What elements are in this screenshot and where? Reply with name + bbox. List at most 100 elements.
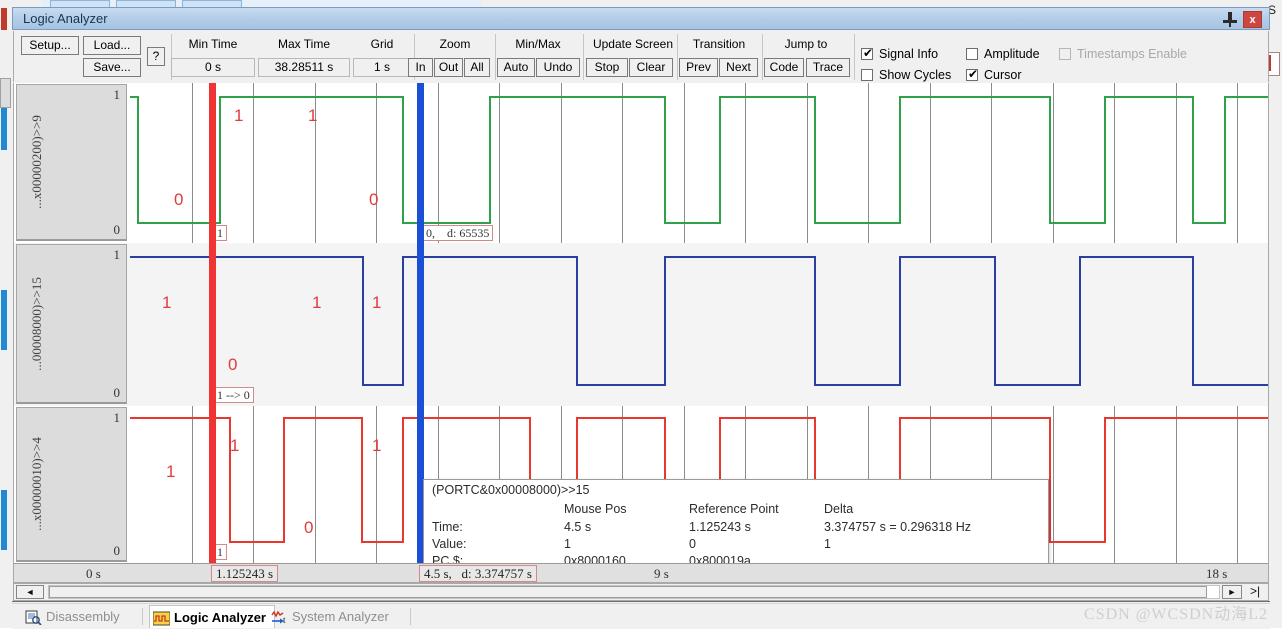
- close-icon[interactable]: x: [1243, 11, 1262, 28]
- label-timestamps-enable: Timestamps Enable: [1077, 47, 1187, 61]
- scroll-end-button[interactable]: >|: [1244, 585, 1266, 599]
- bottom-tab-bar: Disassembly Logic Analyzer t System Anal…: [12, 603, 1270, 629]
- transition-label: Transition: [692, 37, 746, 51]
- value-mark-1-0: 1: [162, 293, 172, 312]
- tooltip-row-value-label: Value:: [432, 537, 467, 551]
- minmax-undo-button[interactable]: Undo: [536, 58, 580, 77]
- zoom-out-button[interactable]: Out: [434, 58, 463, 77]
- red-cursor-value-1: 1 --> 0: [213, 387, 254, 403]
- jump-to-label: Jump to: [784, 37, 828, 51]
- label-amplitude: Amplitude: [984, 47, 1040, 61]
- checkbox-timestamps-enable: [1059, 48, 1071, 60]
- update-clear-button[interactable]: Clear: [629, 58, 673, 77]
- value-mark-1-3: 1: [372, 293, 382, 312]
- jump-to-trace-button[interactable]: Trace: [806, 58, 850, 77]
- value-mark-0-2: 1: [308, 106, 318, 125]
- max-time-label: Max Time: [277, 37, 330, 51]
- max-time-field[interactable]: 38.28511 s: [258, 58, 350, 77]
- grid-field[interactable]: 1 s: [353, 58, 411, 77]
- waveform-0: [130, 96, 1268, 224]
- value-mark-2-1: 1: [230, 436, 240, 455]
- label-signal-info: Signal Info: [879, 47, 939, 61]
- value-mark-2-3: 1: [372, 436, 382, 455]
- value-mark-2-2: 0: [304, 518, 314, 537]
- scroll-right-button[interactable]: ►: [1222, 585, 1242, 599]
- horizontal-scrollbar[interactable]: ◄ ► >|: [13, 583, 1269, 601]
- scroll-left-button[interactable]: ◄: [16, 585, 44, 599]
- setup-button[interactable]: Setup...: [21, 36, 79, 55]
- value-mark-0-3: 0: [369, 190, 379, 209]
- waveform-1: [130, 256, 1268, 386]
- tooltip-col-reference-point: Reference Point: [689, 502, 779, 516]
- window-title: Logic Analyzer: [23, 11, 108, 26]
- time-tick-0: 0 s: [86, 566, 101, 581]
- blue-cursor-time-tag: 4.5 s, d: 3.374757 s: [419, 565, 537, 582]
- waveform-area[interactable]: ...x00000200)>>9 1 0 0 1 1 0 1 0, d: 655…: [13, 83, 1269, 583]
- update-stop-button[interactable]: Stop: [586, 58, 628, 77]
- blue-cursor-value-0: 0, d: 65535: [422, 225, 494, 241]
- checkbox-amplitude[interactable]: [966, 48, 978, 60]
- signal-header-0[interactable]: ...x00000200)>>9 1 0: [16, 84, 127, 241]
- logic-analyzer-icon: [152, 610, 171, 626]
- signal-header-1[interactable]: ...00008000)>>15 1 0: [16, 244, 127, 404]
- tooltip-row-value-delta: 1: [824, 537, 831, 551]
- jump-to-code-button[interactable]: Code: [764, 58, 804, 77]
- logic-analyzer-window: S Logic Analyzer x Setup... Load... Save…: [0, 0, 1282, 629]
- minmax-label: Min/Max: [515, 37, 561, 51]
- min-time-field[interactable]: 0 s: [171, 58, 255, 77]
- bottom-divider: [12, 601, 1270, 602]
- transition-prev-button[interactable]: Prev: [679, 58, 718, 77]
- grid-label: Grid: [370, 37, 394, 51]
- value-mark-1-2: 1: [312, 293, 322, 312]
- zoom-all-button[interactable]: All: [464, 58, 490, 77]
- load-button[interactable]: Load...: [83, 36, 141, 55]
- value-mark-0-1: 1: [234, 106, 244, 125]
- signal-high-label-0: 1: [113, 87, 121, 102]
- tab-disassembly[interactable]: Disassembly: [22, 605, 128, 628]
- tooltip-row-time-delta: 3.374757 s = 0.296318 Hz: [824, 520, 971, 534]
- toolbar: Setup... Load... Save... ? Min Time 0 s …: [13, 31, 1269, 82]
- value-mark-1-1: 0: [228, 355, 238, 374]
- tab-logic-analyzer-label: Logic Analyzer: [174, 610, 266, 625]
- reference-cursor[interactable]: [209, 83, 216, 565]
- tooltip-row-time-mouse: 4.5 s: [564, 520, 592, 534]
- save-button[interactable]: Save...: [83, 58, 141, 77]
- tooltip-header: (PORTC&0x00008000)>>15: [432, 483, 590, 497]
- help-button[interactable]: ?: [147, 47, 165, 66]
- scroll-thumb[interactable]: [49, 586, 1207, 598]
- zoom-in-button[interactable]: In: [408, 58, 433, 77]
- tooltip-row-time-ref: 1.125243 s: [689, 520, 751, 534]
- signal-header-2[interactable]: ...x00000010)>>4 1 0: [16, 407, 127, 562]
- dock-marker-blue-3[interactable]: [1, 490, 7, 550]
- tab-disassembly-label: Disassembly: [46, 609, 120, 624]
- signal-high-label-2: 1: [113, 410, 121, 425]
- minmax-auto-button[interactable]: Auto: [497, 58, 535, 77]
- checkbox-show-cycles[interactable]: [861, 69, 873, 81]
- svg-text:t: t: [283, 615, 286, 625]
- signal-lane-0[interactable]: ...x00000200)>>9 1 0 0 1 1 0 1 0, d: 655…: [14, 83, 1268, 243]
- signal-low-label-2: 0: [113, 543, 121, 558]
- signal-label-1: ...00008000)>>15: [29, 276, 44, 371]
- time-axis[interactable]: 0 s 9 s 18 s 1.125243 s 4.5 s, d: 3.3747…: [14, 563, 1268, 582]
- pin-icon[interactable]: [1223, 12, 1237, 27]
- system-analyzer-icon: t: [271, 609, 288, 625]
- scroll-trough[interactable]: [48, 585, 1220, 599]
- tab-logic-analyzer[interactable]: Logic Analyzer: [149, 605, 275, 628]
- dock-marker-blue-2[interactable]: [1, 290, 7, 350]
- update-screen-label: Update Screen: [592, 37, 674, 51]
- dock-panel-stub: [0, 78, 11, 108]
- signal-low-label-1: 0: [113, 385, 121, 400]
- checkbox-signal-info[interactable]: ✔: [861, 47, 873, 60]
- dock-marker-red: [1, 8, 7, 30]
- transition-next-button[interactable]: Next: [719, 58, 758, 77]
- tooltip-col-mouse-pos: Mouse Pos: [564, 502, 627, 516]
- signal-lane-1[interactable]: ...00008000)>>15 1 0 1 0 1 1 1 --> 0: [14, 243, 1268, 406]
- tooltip-row-value-ref: 0: [689, 537, 696, 551]
- tab-system-analyzer-label: System Analyzer: [292, 609, 389, 624]
- time-tick-1: 9 s: [654, 566, 669, 581]
- checkbox-cursor[interactable]: ✔: [966, 68, 978, 81]
- disassembly-icon: [25, 609, 42, 626]
- signal-low-label-0: 0: [113, 222, 121, 237]
- time-tick-2: 18 s: [1206, 566, 1228, 581]
- tab-system-analyzer[interactable]: t System Analyzer: [268, 605, 397, 628]
